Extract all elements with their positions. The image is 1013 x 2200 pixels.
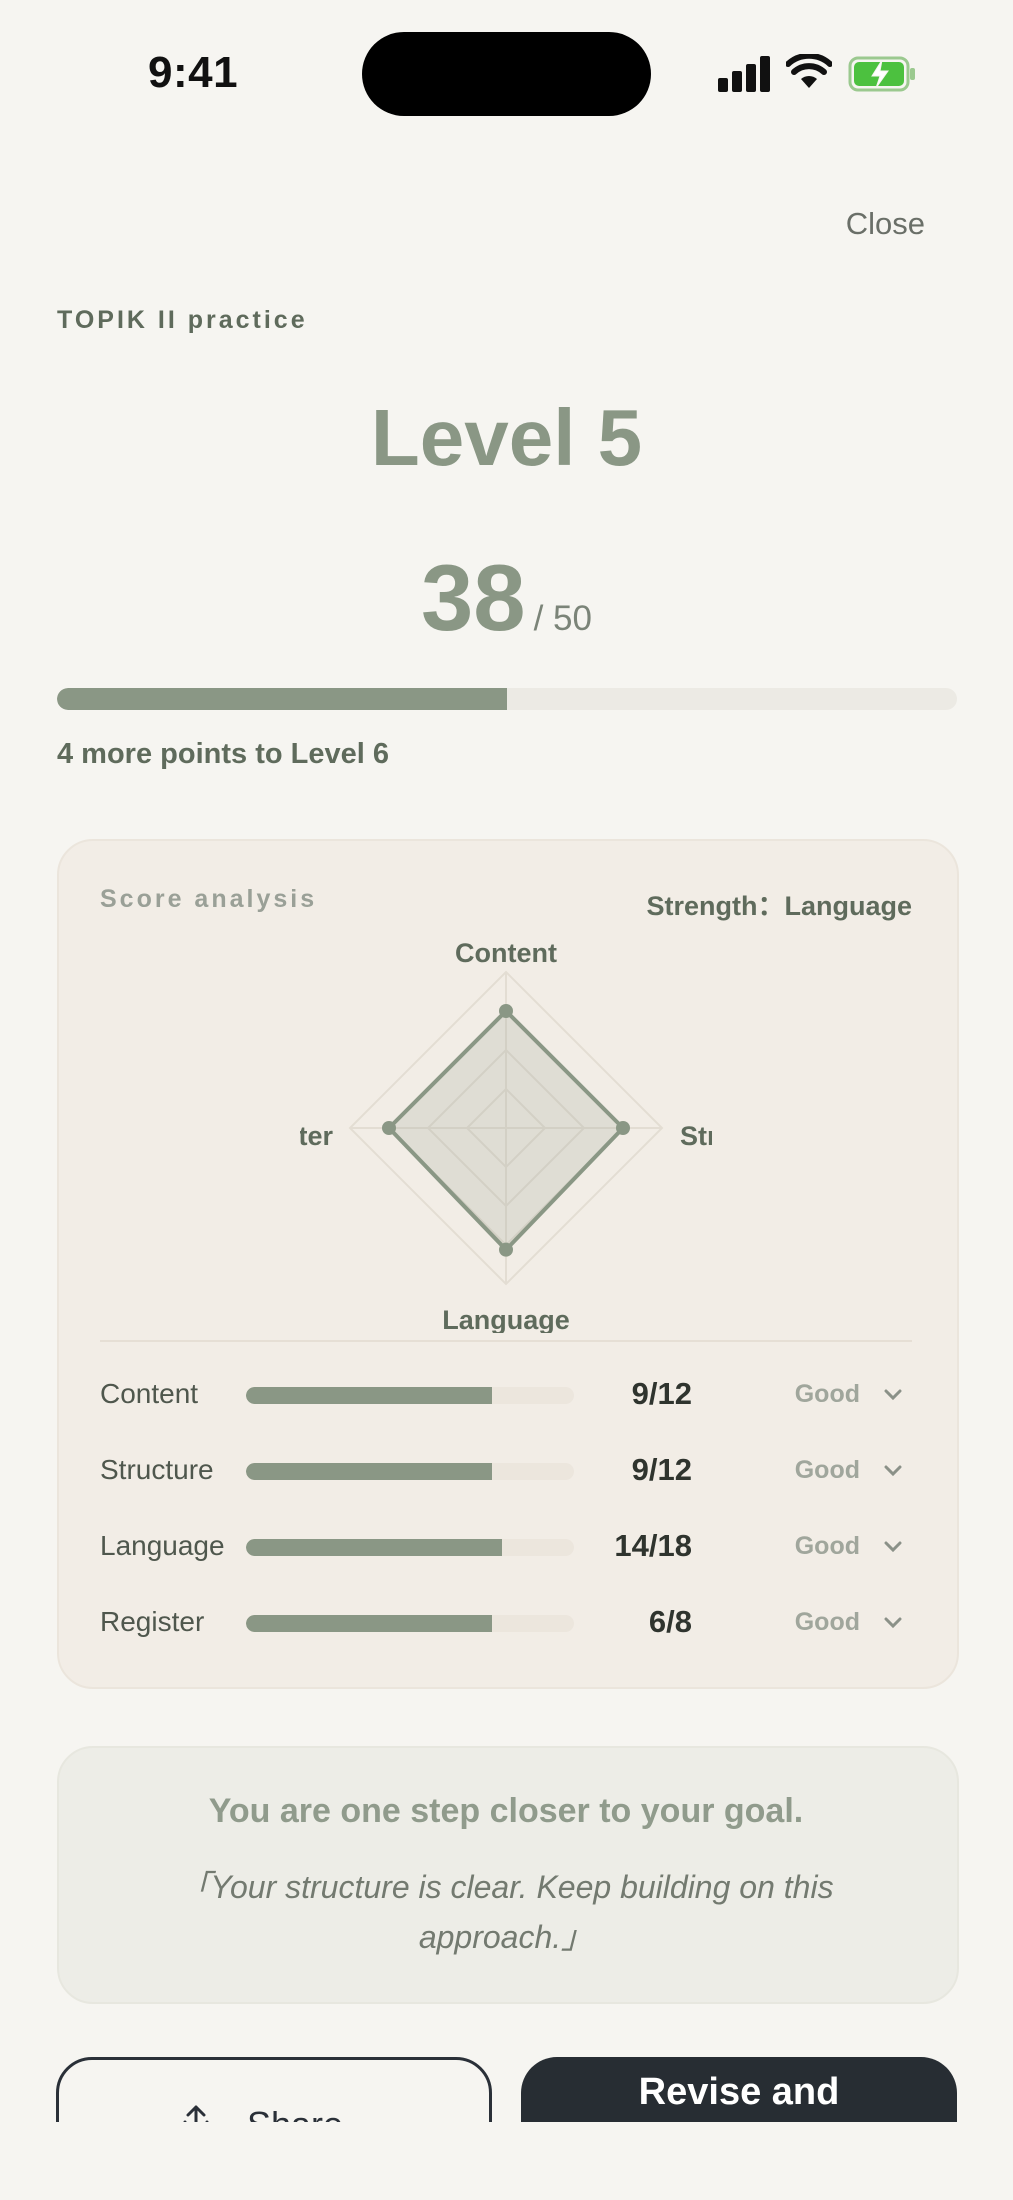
radar-axis-label-register: Register [300,1121,333,1151]
row-grade[interactable]: Good [795,1380,860,1409]
chevron-down-icon[interactable] [882,1536,904,1558]
row-label: Register [100,1606,205,1637]
score-row-content[interactable]: Content 9/12 Good [100,1366,912,1422]
radar-axis-label-content: Content [455,938,557,968]
radar-point-language [499,1242,513,1257]
row-score: 6/8 [648,1604,692,1639]
exam-label: TOPIK II practice [57,306,308,334]
row-score: 9/12 [631,1452,692,1487]
radar-area [387,1009,625,1252]
score-row-structure[interactable]: Structure 9/12 Good [100,1442,912,1498]
analysis-divider [100,1340,912,1342]
level-progress-bar [57,688,957,710]
row-bar-fill [246,1387,492,1404]
battery-charging-icon [848,56,915,92]
chevron-down-icon[interactable] [882,1384,904,1406]
feedback-headline: You are one step closer to your goal. [208,1792,804,1830]
radar-axis-label-language: Language [442,1305,570,1333]
score-value: 38 [421,545,526,650]
score-total: / 50 [533,599,592,638]
row-label: Content [100,1378,199,1409]
row-bar [246,1387,574,1404]
row-bar [246,1615,574,1632]
row-score: 14/18 [614,1528,692,1563]
close-button[interactable]: Close [846,206,925,242]
row-bar-fill [246,1615,492,1632]
row-bar [246,1463,574,1480]
row-grade[interactable]: Good [795,1532,860,1561]
row-grade[interactable]: Good [795,1608,860,1637]
chevron-down-icon[interactable] [882,1460,904,1482]
radar-chart: Content Structure Language Register [300,938,712,1333]
score-display: 38/ 50 [0,544,1013,652]
wifi-icon [786,54,832,88]
level-progress-fill [57,688,507,710]
score-analysis-title: Score analysis [100,885,318,913]
radar-point-structure [616,1121,630,1135]
row-bar-fill [246,1539,502,1556]
radar-point-content [499,1004,513,1018]
level-title: Level 5 [370,393,643,482]
cellular-signal-icon [718,54,770,92]
row-bar-fill [246,1463,492,1480]
bottom-fade [0,2122,1013,2200]
row-grade[interactable]: Good [795,1456,860,1485]
score-row-register[interactable]: Register 6/8 Good [100,1594,912,1650]
next-level-text: 4 more points to Level 6 [57,738,389,770]
row-bar [246,1539,574,1556]
radar-axis-label-structure: Structure [680,1121,712,1151]
revise-label: Revise and [638,2071,840,2113]
feedback-quote: 「Your structure is clear. Keep building … [178,1869,834,1955]
status-time: 9:41 [148,48,239,97]
row-label: Language [100,1530,225,1561]
score-row-language[interactable]: Language 14/18 Good [100,1518,912,1574]
row-score: 9/12 [631,1376,692,1411]
dynamic-island [362,32,651,116]
row-label: Structure [100,1454,214,1485]
strength-label: Strength：Language [646,891,912,921]
chevron-down-icon[interactable] [882,1612,904,1634]
radar-point-register [382,1121,396,1135]
